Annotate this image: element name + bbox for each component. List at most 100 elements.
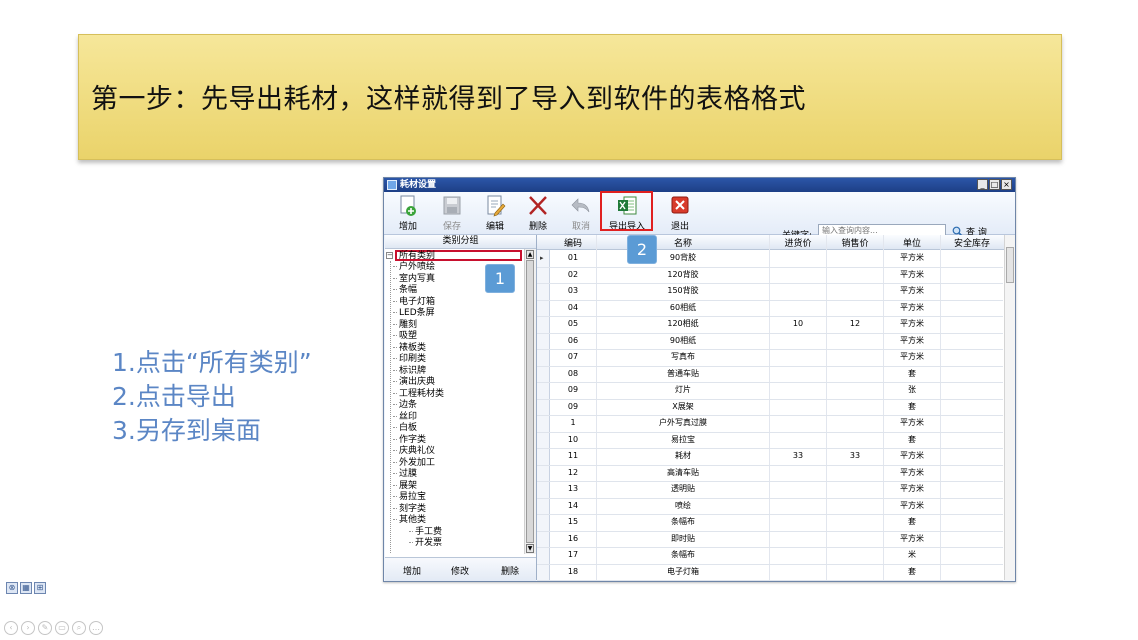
table-row[interactable]: 17 条幅布 米 [537, 547, 1003, 565]
tree-item[interactable]: 裱板类 [393, 343, 426, 355]
consumables-window: 耗材设置 _ □ × 增加 保存 编辑 删除 取消 导出导入 退出 输入查询内容… [383, 177, 1016, 582]
table-row[interactable]: 11 耗材 33 33 平方米 [537, 448, 1003, 466]
more-circle-icon[interactable]: … [89, 621, 103, 635]
table-row[interactable]: 15 条幅布 套 [537, 514, 1003, 532]
tree-item[interactable]: 户外喷绘 [393, 262, 435, 274]
table-row[interactable]: 13 透明贴 平方米 [537, 481, 1003, 499]
tree-item[interactable]: 标识牌 [393, 366, 426, 378]
table-row[interactable]: 04 60相纸 平方米 [537, 300, 1003, 317]
table-cell: 18 [567, 566, 579, 576]
category-scroll-thumb[interactable] [526, 260, 534, 543]
table-cell: 平方米 [900, 302, 924, 312]
tree-item[interactable]: 室内写真 [393, 274, 435, 286]
table-row[interactable]: 18 电子灯箱 套 [537, 564, 1003, 581]
table-cell: 05 [567, 319, 579, 328]
table-row[interactable]: 01 90背胶 平方米 [537, 250, 1003, 268]
column-header[interactable]: 安全库存 [941, 236, 1003, 249]
table-row[interactable]: 09 灯片 张 [537, 382, 1003, 400]
table-cell: 03 [567, 286, 579, 295]
save-icon [443, 196, 461, 215]
table-row[interactable]: 12 高清车贴 平方米 [537, 465, 1003, 482]
table-cell: 06 [567, 335, 579, 345]
tree-item[interactable]: 刻字类 [393, 504, 426, 516]
grid-scroll-thumb[interactable] [1006, 247, 1014, 283]
table-cell: 条幅布 [671, 517, 695, 526]
table-cell: 02 [567, 269, 579, 279]
tree-item[interactable]: 印刷类 [393, 354, 426, 366]
table-cell: 平方米 [900, 484, 924, 493]
maximize-button[interactable]: □ [989, 179, 1000, 190]
tree-item[interactable]: 边条 [393, 400, 417, 412]
slide-view-icon[interactable]: ▦ [20, 582, 32, 594]
table-row[interactable]: 05 120相纸 10 12 平方米 [537, 316, 1003, 334]
exit-button[interactable]: 退出 [660, 194, 700, 232]
table-row[interactable]: 07 写真布 平方米 [537, 349, 1003, 367]
grid-view-icon[interactable]: ⊞ [34, 582, 46, 594]
minimize-button[interactable]: _ [977, 179, 988, 190]
table-row[interactable]: 14 喷绘 平方米 [537, 498, 1003, 515]
tree-item[interactable]: 雕刻 [393, 320, 417, 332]
tree-subitem[interactable]: 开发票 [409, 538, 442, 550]
table-cell: 透明贴 [671, 484, 695, 493]
category-add-button[interactable]: 增加 [403, 564, 421, 577]
category-delete-button[interactable]: 删除 [501, 564, 519, 577]
tree-item[interactable]: 过膜 [393, 469, 417, 481]
delete-button[interactable]: 删除 [518, 194, 558, 232]
tree-root-all-categories[interactable]: 所有类别 [395, 250, 522, 261]
tree-subitem[interactable]: 手工费 [409, 527, 442, 539]
column-header[interactable]: 销售价 [827, 236, 883, 249]
edit-button[interactable]: 编辑 [475, 194, 515, 232]
tree-item[interactable]: 条幅 [393, 285, 417, 297]
table-cell: 平方米 [900, 335, 924, 345]
table-cell: 电子灯箱 [667, 566, 699, 576]
tree-collapse-icon[interactable]: − [386, 252, 393, 259]
table-cell: 灯片 [675, 385, 691, 394]
scroll-up-icon[interactable]: ▲ [526, 250, 534, 259]
pen-circle-icon[interactable]: ✎ [38, 621, 52, 635]
add-button[interactable]: 增加 [388, 194, 428, 232]
table-cell: 08 [567, 368, 579, 378]
table-cell: 90背胶 [669, 253, 697, 262]
table-row[interactable]: 1 户外写真过膜 平方米 [537, 415, 1003, 433]
tree-item[interactable]: 工程耗材类 [393, 389, 444, 401]
zoom-circle-icon[interactable]: ⌕ [72, 621, 86, 635]
close-circle-icon[interactable]: ⊗ [6, 582, 18, 594]
column-header[interactable]: 名称 [597, 236, 769, 249]
next-circle-icon[interactable]: › [21, 621, 35, 635]
table-row[interactable]: 06 90相纸 平方米 [537, 333, 1003, 350]
tree-item[interactable]: 易拉宝 [393, 492, 426, 504]
table-cell: 120相纸 [667, 319, 699, 328]
category-scrollbar[interactable]: ▲ ▼ [524, 249, 536, 554]
table-row[interactable]: 03 150背胶 平方米 [537, 283, 1003, 301]
tree-item[interactable]: 庆典礼仪 [393, 446, 435, 458]
tree-item[interactable]: 白板 [393, 423, 417, 435]
grid-scrollbar[interactable] [1004, 235, 1015, 580]
slides-circle-icon[interactable]: ▭ [55, 621, 69, 635]
close-button[interactable]: × [1001, 179, 1012, 190]
table-cell: 平方米 [900, 500, 924, 510]
tree-item[interactable]: 吸塑 [393, 331, 417, 343]
scroll-down-icon[interactable]: ▼ [526, 544, 534, 553]
table-cell: 耗材 [675, 451, 691, 460]
save-button[interactable]: 保存 [432, 194, 472, 232]
table-cell: 平方米 [900, 533, 924, 543]
column-header[interactable]: 单位 [884, 236, 940, 249]
category-modify-button[interactable]: 修改 [451, 564, 469, 577]
table-row[interactable]: 10 易拉宝 套 [537, 432, 1003, 449]
tree-item[interactable]: 电子灯箱 [393, 297, 435, 309]
tree-item[interactable]: 外发加工 [393, 458, 435, 470]
tree-item[interactable]: 丝印 [393, 412, 417, 424]
tree-item[interactable]: 展架 [393, 481, 417, 493]
column-header[interactable]: 编码 [550, 236, 596, 249]
table-row[interactable]: 08 普通车贴 套 [537, 366, 1003, 383]
tree-item[interactable]: 作字类 [393, 435, 426, 447]
tree-item[interactable]: LED条屏 [393, 308, 435, 320]
tree-item[interactable]: 其他类 [393, 515, 426, 527]
tree-item[interactable]: 演出庆典 [393, 377, 435, 389]
table-row[interactable]: 02 120背胶 平方米 [537, 267, 1003, 284]
prev-circle-icon[interactable]: ‹ [4, 621, 18, 635]
cancel-button[interactable]: 取消 [561, 194, 601, 232]
table-row[interactable]: 09 X展架 套 [537, 399, 1003, 416]
table-row[interactable]: 16 即时贴 平方米 [537, 531, 1003, 548]
column-header[interactable]: 进货价 [770, 236, 826, 249]
